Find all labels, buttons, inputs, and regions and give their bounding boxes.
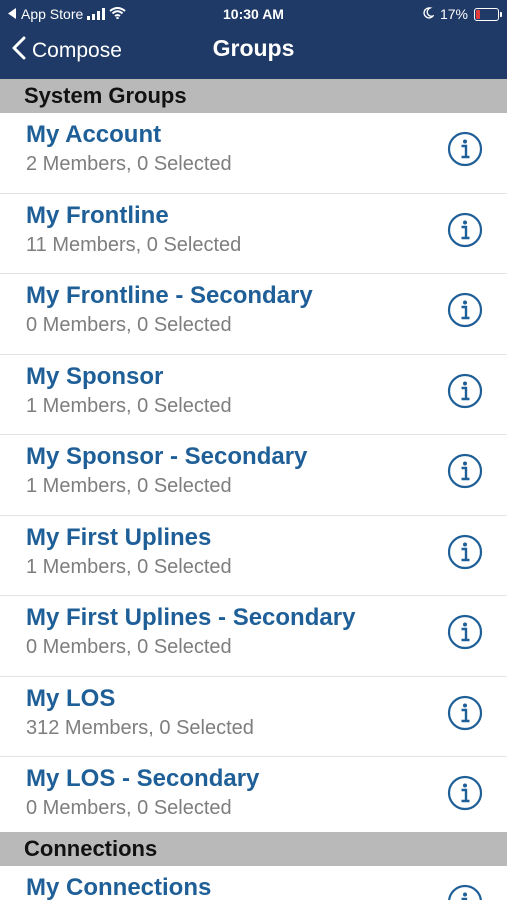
group-title: My Frontline - Secondary [26,282,313,309]
section-header-connections: Connections [0,832,507,866]
info-icon[interactable] [447,534,483,570]
info-icon[interactable] [447,292,483,328]
list-item[interactable]: My Frontline - Secondary 0 Members, 0 Se… [0,274,507,355]
info-icon[interactable] [447,884,483,900]
list-item[interactable]: My First Uplines - Secondary 0 Members, … [0,596,507,677]
group-subtitle: 2 Members, 0 Selected [26,153,232,175]
group-title: My LOS - Secondary [26,765,260,792]
list-item[interactable]: My Frontline 11 Members, 0 Selected [0,193,507,274]
section-header-system-groups: System Groups [0,79,507,113]
info-icon[interactable] [447,212,483,248]
group-subtitle: 0 Members, 0 Selected [26,314,232,336]
list-item[interactable]: My Account 2 Members, 0 Selected [0,113,507,194]
info-icon[interactable] [447,695,483,731]
group-title: My Sponsor [26,362,164,390]
info-icon[interactable] [447,453,483,489]
group-title: My Frontline [26,201,169,229]
info-icon[interactable] [447,373,483,409]
group-title: My First Uplines [26,523,212,551]
list-item[interactable]: My Sponsor - Secondary 1 Members, 0 Sele… [0,435,507,516]
info-icon[interactable] [447,131,483,167]
list-item[interactable]: My LOS 312 Members, 0 Selected [0,676,507,757]
list-item[interactable]: My LOS - Secondary 0 Members, 0 Selected [0,757,507,838]
group-subtitle: 0 Members, 0 Selected [26,636,232,658]
group-subtitle: 312 Members, 0 Selected [26,716,254,739]
group-title: My Account [26,121,162,148]
info-icon[interactable] [447,614,483,650]
group-title: My LOS [26,684,116,712]
group-subtitle: 1 Members, 0 Selected [26,475,232,497]
group-title: My First Uplines - Secondary [26,604,356,631]
group-subtitle: 11 Members, 0 Selected [26,233,242,256]
status-right: 17% [422,6,502,22]
battery-percent: 17% [439,6,468,22]
group-subtitle: 1 Members, 0 Selected [26,394,232,417]
list-item[interactable]: My Connections [0,866,507,900]
list-item[interactable]: My Sponsor 1 Members, 0 Selected [0,354,507,435]
info-icon[interactable] [447,775,483,811]
page-title: Groups [212,35,295,61]
group-subtitle: 1 Members, 0 Selected [26,555,232,578]
group-title: My Sponsor - Secondary [26,443,308,470]
battery-icon [474,7,502,21]
group-title: My Connections [26,874,212,900]
status-bar: App Store 10:30 AM 17% [0,0,507,28]
group-subtitle: 0 Members, 0 Selected [26,797,232,819]
list-item[interactable]: My First Uplines 1 Members, 0 Selected [0,515,507,596]
moon-icon [422,6,436,22]
top-bar: App Store 10:30 AM 17% Compose Groups [0,0,507,79]
